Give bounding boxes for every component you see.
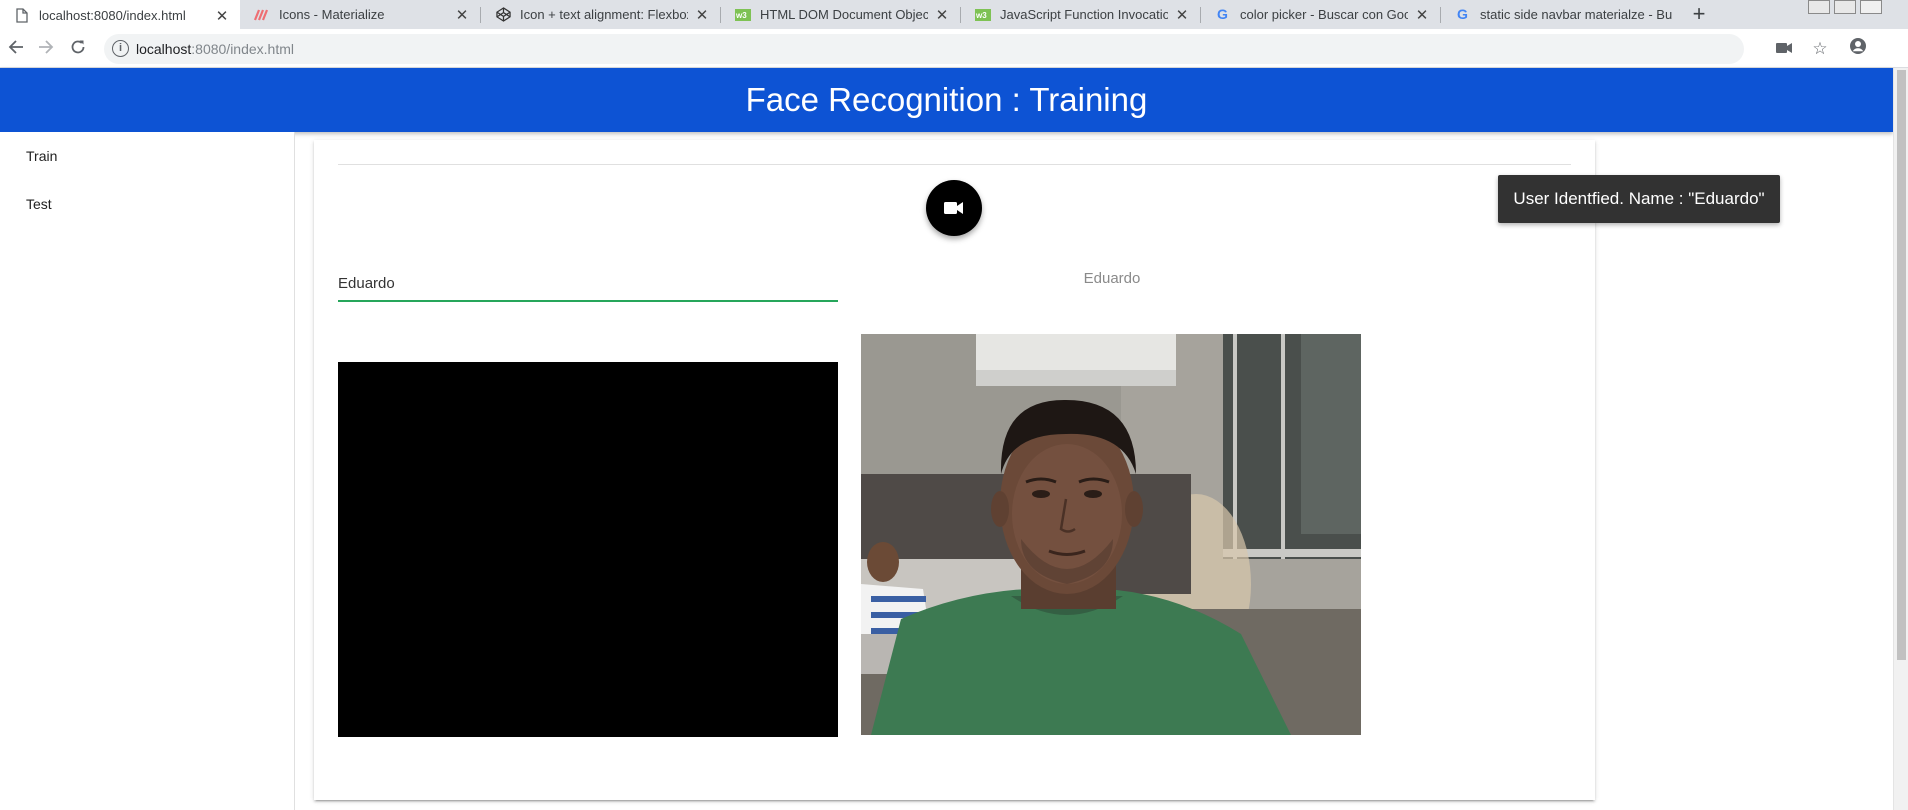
identified-name-label: Eduardo: [1083, 270, 1141, 287]
browser-tabstrip: localhost:8080/index.html ✕ Icons - Mate…: [0, 0, 1908, 31]
tab-title: JavaScript Function Invocation: [1000, 7, 1168, 22]
google-icon: G: [1455, 7, 1471, 23]
back-button[interactable]: [4, 37, 28, 61]
browser-tab[interactable]: w3 JavaScript Function Invocation ✕: [961, 0, 1200, 29]
close-tab-icon[interactable]: ✕: [214, 7, 230, 25]
minimize-window-button[interactable]: [1808, 0, 1830, 14]
codepen-icon: [495, 7, 511, 23]
w3schools-icon: w3: [735, 7, 751, 23]
webcam-video: [861, 334, 1361, 735]
close-tab-icon[interactable]: ✕: [1174, 6, 1190, 24]
reload-icon: [71, 40, 85, 54]
tab-title: localhost:8080/index.html: [39, 8, 186, 23]
page-scrollbar[interactable]: [1893, 68, 1908, 810]
app-header: Face Recognition : Training: [0, 68, 1893, 132]
tab-title: Icons - Materialize: [279, 7, 385, 22]
page-icon: [14, 8, 30, 24]
tab-title: HTML DOM Document Objects: [760, 7, 928, 22]
camera-in-use-icon[interactable]: [1772, 37, 1796, 61]
google-icon: G: [1215, 7, 1231, 23]
close-window-button[interactable]: [1860, 0, 1882, 14]
profile-avatar-icon[interactable]: [1846, 37, 1870, 61]
webcam-frame-image: [861, 334, 1361, 735]
nav-item-train[interactable]: Train: [0, 132, 294, 180]
site-info-icon[interactable]: i: [112, 40, 129, 57]
w3schools-icon: w3: [975, 7, 991, 23]
tab-title: static side navbar materialze - Bu: [1480, 7, 1673, 22]
reload-button[interactable]: [66, 37, 90, 61]
browser-tab[interactable]: Icon + text alignment: Flexbox ✕: [481, 0, 720, 29]
close-tab-icon[interactable]: ✕: [694, 6, 710, 24]
new-tab-button[interactable]: +: [1686, 2, 1712, 28]
tab-title: color picker - Buscar con Google: [1240, 7, 1408, 22]
name-field: [338, 268, 838, 316]
svg-text:w3: w3: [975, 11, 987, 20]
tab-title: Icon + text alignment: Flexbox: [520, 7, 688, 22]
browser-tab[interactable]: G color picker - Buscar con Google ✕: [1201, 0, 1440, 29]
videocam-icon: [944, 202, 963, 214]
name-input[interactable]: [338, 268, 838, 302]
browser-tab[interactable]: G static side navbar materialze - Bu: [1441, 0, 1680, 29]
svg-text:G: G: [1456, 7, 1467, 22]
nav-item-test[interactable]: Test: [0, 180, 294, 228]
side-navigation: Train Test: [0, 132, 295, 810]
page-title: Face Recognition : Training: [745, 81, 1148, 118]
maximize-window-button[interactable]: [1834, 0, 1856, 14]
identification-toast: User Identfied. Name : "Eduardo": [1498, 175, 1780, 223]
browser-toolbar: i localhost:8080/index.html ☆: [0, 29, 1908, 68]
forward-button[interactable]: [34, 37, 58, 61]
svg-text:w3: w3: [735, 11, 747, 20]
close-tab-icon[interactable]: ✕: [934, 6, 950, 24]
close-tab-icon[interactable]: ✕: [454, 6, 470, 24]
camera-canvas: [338, 362, 838, 737]
bookmark-star-icon[interactable]: ☆: [1808, 37, 1832, 61]
close-tab-icon[interactable]: ✕: [1414, 6, 1430, 24]
address-bar[interactable]: i localhost:8080/index.html: [104, 34, 1744, 64]
url-text: localhost:8080/index.html: [136, 41, 294, 57]
camera-button[interactable]: [926, 180, 982, 236]
training-card: Eduardo: [314, 140, 1595, 800]
scrollbar-thumb[interactable]: [1897, 70, 1906, 660]
browser-tab[interactable]: Icons - Materialize ✕: [240, 0, 480, 29]
browser-tab-active[interactable]: localhost:8080/index.html ✕: [0, 0, 240, 31]
materialize-icon: [254, 7, 270, 23]
card-divider: [338, 164, 1571, 165]
back-arrow-icon: [8, 40, 23, 54]
svg-text:G: G: [1216, 7, 1227, 22]
forward-arrow-icon: [39, 40, 54, 54]
browser-tab[interactable]: w3 HTML DOM Document Objects ✕: [721, 0, 960, 29]
